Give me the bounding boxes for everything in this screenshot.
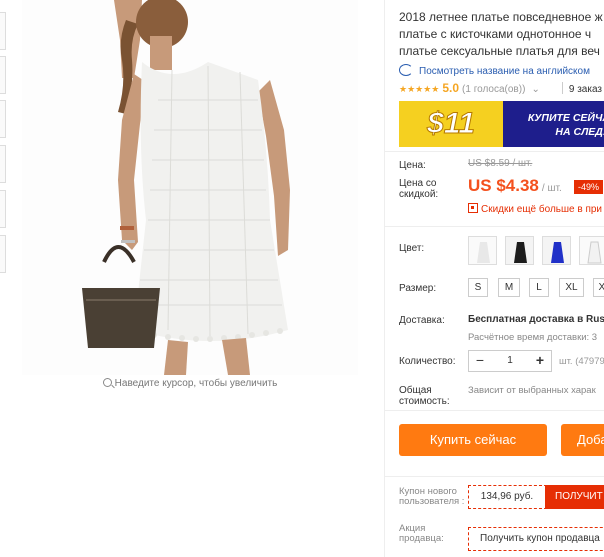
translate-icon — [399, 64, 413, 76]
quantity-increment-button[interactable]: + — [529, 351, 551, 371]
product-title: 2018 летнее платье повседневное ж платье… — [399, 9, 604, 60]
thumbnail[interactable] — [0, 145, 6, 183]
product-info-panel: 2018 летнее платье повседневное ж платье… — [384, 0, 604, 557]
thumbnail[interactable] — [0, 12, 6, 50]
thumbnail-strip — [0, 0, 6, 557]
rating-score: 5.0 — [442, 81, 460, 95]
color-swatch-white[interactable] — [468, 236, 497, 265]
thumbnail[interactable] — [0, 235, 6, 273]
add-to-cart-button[interactable]: Доба — [561, 424, 604, 456]
separator — [561, 82, 563, 94]
star-rating-icon: ★★★★★ — [399, 84, 440, 94]
total-price-note: Зависит от выбранных харак — [468, 385, 596, 396]
shipping-method[interactable]: Бесплатная доставка в Rus — [468, 314, 604, 325]
dress-thumbnail — [506, 237, 533, 264]
rating-votes[interactable]: (1 голоса(ов)) — [462, 84, 525, 95]
new-user-coupon: 134,96 руб. ПОЛУЧИТ — [468, 485, 604, 509]
translate-link[interactable]: Посмотреть название на английском — [399, 64, 590, 77]
size-option-m[interactable]: M — [498, 278, 520, 297]
price-label: Цена: — [399, 160, 426, 171]
color-swatch-blue[interactable] — [542, 236, 571, 265]
thumbnail[interactable] — [0, 190, 6, 228]
magnifier-icon — [102, 378, 112, 387]
title-line: платье сексуальные платья для веч — [399, 44, 600, 58]
size-option-s[interactable]: S — [468, 278, 488, 297]
shipping-label: Доставка: — [399, 315, 445, 326]
discount-price-label: Цена со скидкой: — [399, 178, 439, 200]
seller-promo-label: Акция продавца: — [399, 523, 444, 544]
divider — [384, 151, 604, 152]
rating-row: ★★★★★ 5.0 (1 голоса(ов)) ⌄ 9 заказ — [399, 81, 602, 95]
total-label: Общая стоимость: — [399, 385, 450, 407]
promo-text: КУПИТЕ СЕЙЧА НА СЛЕДУ — [515, 111, 604, 139]
dress-thumbnail — [543, 237, 570, 264]
app-discount-link[interactable]: Скидки ещё больше в при — [468, 203, 602, 215]
coupon-value: 134,96 руб. — [480, 491, 534, 502]
panel-divider — [384, 0, 385, 557]
title-line: платье с кисточками однотонное ч — [399, 27, 592, 41]
original-price: US $8.59 / шт. — [468, 158, 533, 169]
buy-now-button[interactable]: Купить сейчас — [399, 424, 547, 456]
size-option-xxl[interactable]: XXL — [593, 278, 604, 297]
thumbnail[interactable] — [0, 100, 6, 138]
dress-thumbnail — [469, 237, 496, 264]
size-label: Размер: — [399, 283, 437, 294]
new-user-coupon-label: Купон нового пользователя : — [399, 486, 465, 507]
quantity-label: Количество: — [399, 356, 456, 367]
title-line: 2018 летнее платье повседневное ж — [399, 10, 603, 24]
product-main-image[interactable] — [22, 0, 358, 375]
divider — [384, 226, 604, 227]
qr-code-icon — [468, 203, 478, 213]
orders-count: 9 заказ — [568, 84, 602, 95]
color-label: Цвет: — [399, 243, 425, 254]
stock-available: шт. (47979 — [559, 356, 604, 367]
quantity-stepper: − 1 + — [468, 350, 552, 372]
zoom-hint: Наведите курсор, чтобы увеличить — [22, 378, 358, 389]
get-seller-coupon-button[interactable]: Получить купон продавца — [468, 527, 604, 551]
promo-line: КУПИТЕ СЕЙЧА — [527, 112, 604, 124]
discount-badge: -49% — [574, 180, 604, 194]
thumbnail[interactable] — [0, 56, 6, 94]
quantity-decrement-button[interactable]: − — [469, 351, 491, 371]
dress-thumbnail — [580, 237, 604, 264]
promo-line: НА СЛЕДУ — [555, 126, 604, 138]
get-coupon-button[interactable]: ПОЛУЧИТ — [545, 485, 604, 509]
current-price: US $4.38/ шт. — [468, 176, 562, 196]
color-swatch-white-lace[interactable] — [579, 236, 604, 265]
color-swatch-black[interactable] — [505, 236, 534, 265]
shipping-estimate: Расчётное время доставки: 3 — [468, 332, 598, 343]
price-unit: / шт. — [541, 183, 562, 194]
price-value: US $4.38 — [468, 176, 539, 195]
chevron-down-icon[interactable]: ⌄ — [531, 84, 539, 95]
dress-photo — [22, 0, 358, 375]
quantity-input[interactable]: 1 — [491, 351, 529, 371]
promo-banner[interactable]: $11 КУПИТЕ СЕЙЧА НА СЛЕДУ — [399, 101, 604, 147]
divider — [384, 410, 604, 411]
divider — [384, 476, 604, 477]
promo-amount: $11 — [399, 101, 503, 147]
size-option-l[interactable]: L — [529, 278, 549, 297]
size-option-xl[interactable]: XL — [559, 278, 584, 297]
